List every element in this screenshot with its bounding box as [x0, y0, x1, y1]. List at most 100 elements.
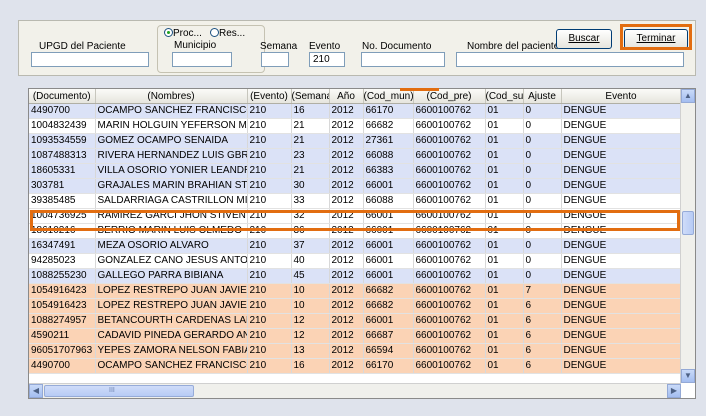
table-row[interactable]: 303781GRAJALES MARIN BRAHIAN STIVEN21030… [29, 178, 682, 194]
table-cell[interactable]: 66170 [363, 358, 414, 374]
table-cell[interactable]: 0 [523, 193, 562, 209]
table-cell[interactable]: 6600100762 [413, 103, 486, 119]
table-cell[interactable]: 4490700 [29, 358, 96, 374]
table-cell[interactable]: 01 [485, 358, 524, 374]
table-cell[interactable]: 1088255230 [29, 268, 96, 284]
table-cell[interactable]: DENGUE [561, 208, 682, 224]
table-cell[interactable]: RIVERA HERNANDEZ LUIS GBRIEL [95, 148, 248, 164]
column-header[interactable]: Año [329, 89, 364, 104]
table-cell[interactable]: 2012 [329, 118, 364, 134]
table-cell[interactable]: 45 [291, 268, 330, 284]
table-cell[interactable]: 01 [485, 148, 524, 164]
table-cell[interactable]: 2012 [329, 133, 364, 149]
table-cell[interactable]: 210 [247, 328, 292, 344]
table-cell[interactable]: 01 [485, 223, 524, 239]
table-cell[interactable]: CADAVID PINEDA GERARDO ANTONIO [95, 328, 248, 344]
table-row[interactable]: 1054916423 LOPEZ RESTREPO JUAN JAVIER 210 1… [29, 298, 682, 314]
table-row[interactable]: 1088274957BETANCOURTH CARDENAS LADY JOH2… [29, 313, 682, 329]
table-cell[interactable]: 210 [247, 148, 292, 164]
table-cell[interactable]: 0 [523, 103, 562, 119]
table-cell[interactable]: 10 [291, 298, 330, 314]
table-cell[interactable]: 0 [523, 148, 562, 164]
table-row[interactable]: 94285023GONZALEZ CANO JESUS ANTONIO21040… [29, 253, 682, 269]
table-cell[interactable]: 66001 [363, 238, 414, 254]
table-cell[interactable]: DENGUE [561, 118, 682, 134]
column-header[interactable]: (Nombres) [95, 89, 248, 104]
table-cell[interactable]: 32 [291, 208, 330, 224]
table-cell[interactable]: 2012 [329, 253, 364, 269]
table-cell[interactable]: 01 [485, 133, 524, 149]
table-cell[interactable]: 0 [523, 133, 562, 149]
table-cell[interactable]: OCAMPO SANCHEZ FRANCISCO ANTC [95, 358, 248, 374]
table-cell[interactable]: 1004736925 [29, 208, 96, 224]
table-cell[interactable]: 01 [485, 283, 524, 299]
table-cell[interactable]: 0 [523, 238, 562, 254]
table-cell[interactable]: 0 [523, 163, 562, 179]
table-cell[interactable]: 0 [523, 223, 562, 239]
table-cell[interactable]: 210 [247, 268, 292, 284]
horizontal-scroll-thumb[interactable]: III [44, 385, 194, 397]
table-cell[interactable]: 66682 [363, 118, 414, 134]
table-cell[interactable]: DENGUE [561, 313, 682, 329]
table-cell[interactable]: 94285023 [29, 253, 96, 269]
table-row[interactable]: 1087488313RIVERA HERNANDEZ LUIS GBRIEL21… [29, 148, 682, 164]
table-cell[interactable]: 23 [291, 148, 330, 164]
table-cell[interactable]: DENGUE [561, 283, 682, 299]
table-cell[interactable]: 39385485 [29, 193, 96, 209]
column-header[interactable]: Ajuste [523, 89, 562, 104]
table-cell[interactable]: 6 [523, 313, 562, 329]
municipio-input[interactable] [172, 52, 232, 67]
table-cell[interactable]: DENGUE [561, 103, 682, 119]
table-cell[interactable]: 66001 [363, 253, 414, 269]
table-cell[interactable]: 6600100762 [413, 298, 486, 314]
table-row[interactable]: 18605331 VILLA OSORIO YONIER LEANDRO 210 21… [29, 163, 682, 179]
table-cell[interactable]: 66001 [363, 313, 414, 329]
table-cell[interactable]: 01 [485, 103, 524, 119]
table-cell[interactable]: GRAJALES MARIN BRAHIAN STIVEN [95, 178, 248, 194]
table-row[interactable]: 4490700OCAMPO SANCHEZ FRANCISCO ANTC2101… [29, 358, 682, 374]
table-cell[interactable]: 6600100762 [413, 163, 486, 179]
table-cell[interactable]: 36 [291, 223, 330, 239]
table-cell[interactable]: 6600100762 [413, 253, 486, 269]
table-cell[interactable]: 1087488313 [29, 148, 96, 164]
table-cell[interactable]: 1004832439 [29, 118, 96, 134]
table-cell[interactable]: MARIN HOLGUIN YEFERSON MAURICIO [95, 118, 248, 134]
table-cell[interactable]: 6600100762 [413, 358, 486, 374]
table-cell[interactable]: 66001 [363, 178, 414, 194]
scroll-right-icon[interactable]: ▶ [667, 384, 681, 398]
table-cell[interactable]: 2012 [329, 208, 364, 224]
table-cell[interactable]: 66001 [363, 208, 414, 224]
table-row[interactable]: 1004832439MARIN HOLGUIN YEFERSON MAURICI… [29, 118, 682, 134]
table-cell[interactable]: DENGUE [561, 148, 682, 164]
table-cell[interactable]: 66088 [363, 193, 414, 209]
table-cell[interactable]: 303781 [29, 178, 96, 194]
table-cell[interactable]: 210 [247, 343, 292, 359]
table-cell[interactable]: 210 [247, 118, 292, 134]
table-cell[interactable]: 6 [523, 298, 562, 314]
table-cell[interactable]: 21 [291, 133, 330, 149]
table-cell[interactable]: DENGUE [561, 298, 682, 314]
table-cell[interactable]: DENGUE [561, 268, 682, 284]
table-row[interactable]: 1054916423 LOPEZ RESTREPO JUAN JAVIER 210 1… [29, 283, 682, 299]
table-cell[interactable]: 10 [291, 283, 330, 299]
table-cell[interactable]: 210 [247, 163, 292, 179]
table-cell[interactable]: 01 [485, 163, 524, 179]
table-cell[interactable]: GALLEGO PARRA BIBIANA [95, 268, 248, 284]
table-cell[interactable]: 2012 [329, 358, 364, 374]
table-cell[interactable]: 210 [247, 253, 292, 269]
table-cell[interactable]: 40 [291, 253, 330, 269]
column-header[interactable]: (Cod_mun) [363, 89, 414, 104]
table-row[interactable]: 4490700OCAMPO SANCHEZ FRANCISCO ANTC2101… [29, 103, 682, 119]
table-cell[interactable]: 16 [291, 103, 330, 119]
table-cell[interactable]: 0 [523, 178, 562, 194]
table-cell[interactable]: 2012 [329, 178, 364, 194]
table-cell[interactable]: 6600100762 [413, 328, 486, 344]
table-cell[interactable]: 01 [485, 238, 524, 254]
table-cell[interactable]: 6 [523, 328, 562, 344]
table-cell[interactable]: 01 [485, 208, 524, 224]
table-row[interactable]: 4590211CADAVID PINEDA GERARDO ANTONIO210… [29, 328, 682, 344]
table-cell[interactable]: LOPEZ RESTREPO JUAN JAVIER [95, 283, 248, 299]
table-cell[interactable]: 210 [247, 223, 292, 239]
table-cell[interactable]: 30 [291, 178, 330, 194]
table-row[interactable]: 1088255230 GALLEGO PARRA BIBIANA 210 45 2012… [29, 268, 682, 284]
